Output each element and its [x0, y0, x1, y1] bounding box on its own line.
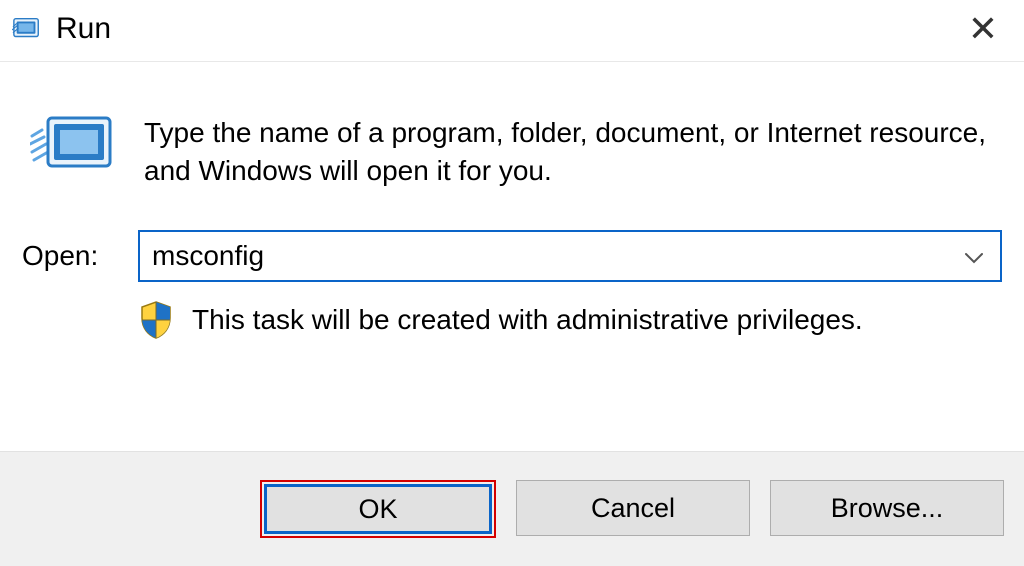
run-icon-large	[30, 112, 116, 176]
instruction-text: Type the name of a program, folder, docu…	[144, 112, 1002, 190]
open-label: Open:	[22, 240, 138, 272]
chevron-down-icon[interactable]	[948, 240, 1000, 271]
cancel-button[interactable]: Cancel	[516, 480, 750, 536]
open-input[interactable]	[152, 240, 948, 272]
window-title: Run	[56, 12, 954, 46]
titlebar: Run ✕	[0, 0, 1024, 62]
button-bar: OK Cancel Browse...	[0, 451, 1024, 566]
close-button[interactable]: ✕	[954, 11, 1012, 47]
ok-highlight: OK	[260, 480, 496, 538]
ok-button[interactable]: OK	[264, 484, 492, 534]
dialog-body: Type the name of a program, folder, docu…	[0, 62, 1024, 370]
shield-icon	[138, 300, 174, 340]
open-combobox[interactable]	[138, 230, 1002, 282]
run-icon	[12, 14, 42, 44]
admin-privileges-text: This task will be created with administr…	[192, 304, 863, 336]
browse-button[interactable]: Browse...	[770, 480, 1004, 536]
